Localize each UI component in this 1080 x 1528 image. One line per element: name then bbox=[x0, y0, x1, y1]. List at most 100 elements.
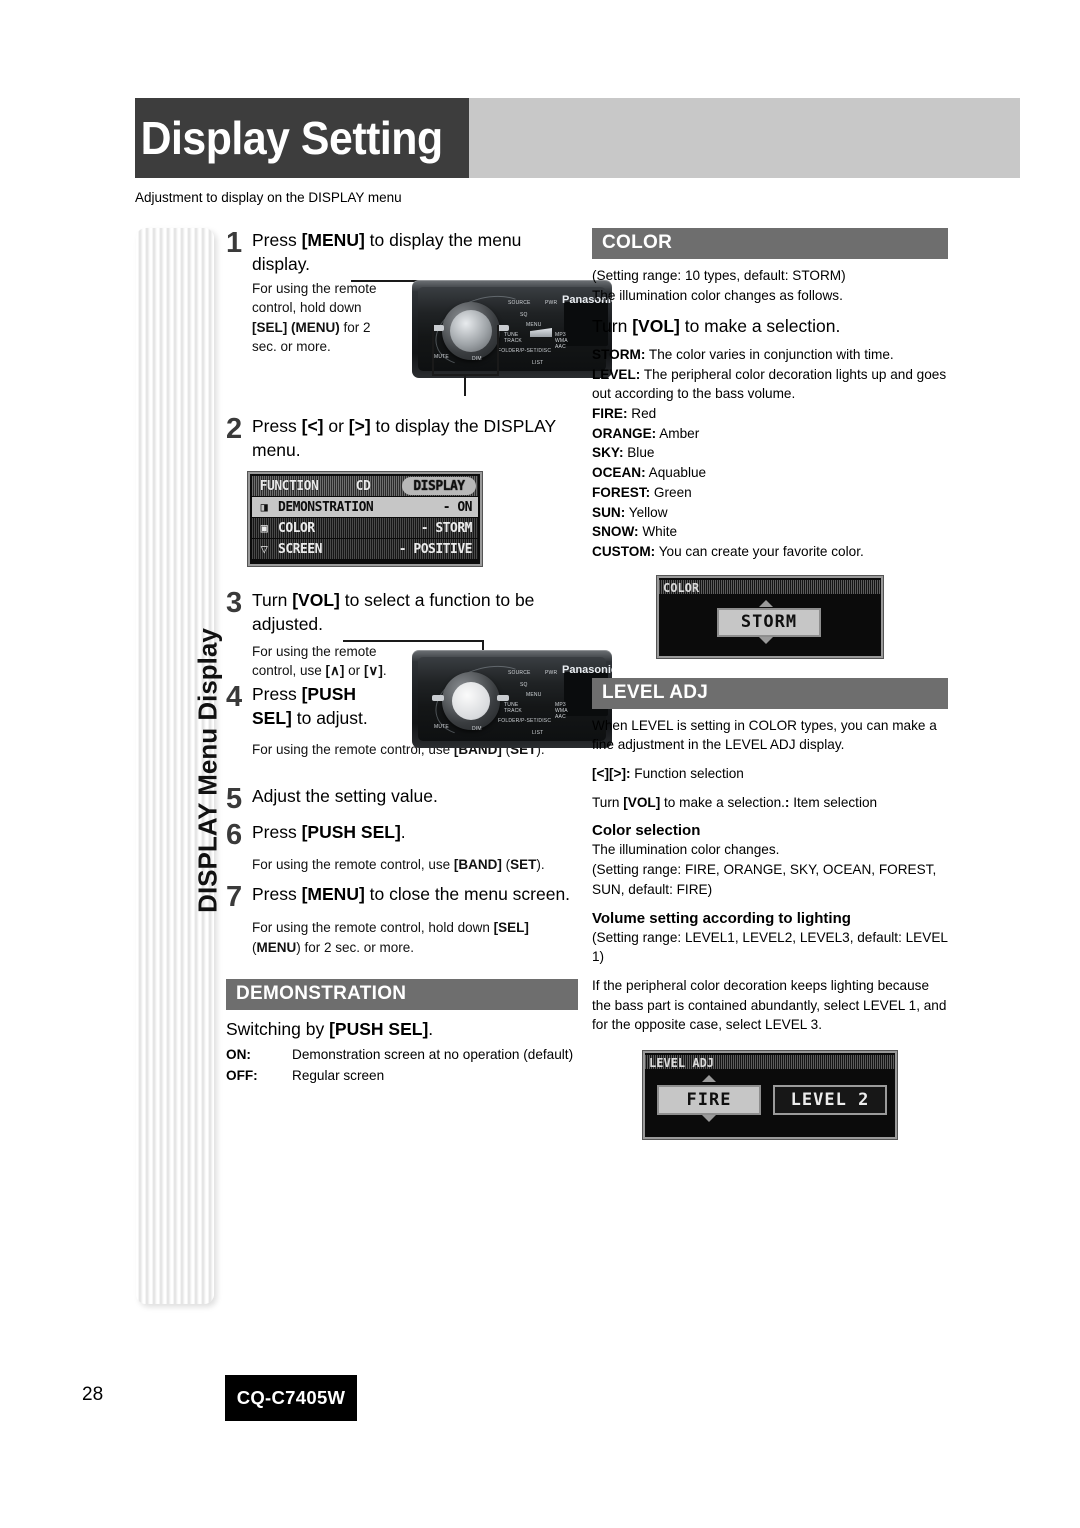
unit-label-folder-1: FOLDER/P-SET/DISC bbox=[498, 348, 552, 354]
step-6-note: For using the remote control, use [BAND]… bbox=[252, 857, 545, 873]
unit-label-sq-2: SQ bbox=[520, 682, 528, 689]
color-body: (Setting range: 10 types, default: STORM… bbox=[592, 266, 948, 305]
page-subtitle: Adjustment to display on the DISPLAY men… bbox=[135, 190, 402, 205]
unit-label-tune-1: TUNE TRACK bbox=[504, 332, 522, 344]
lcd-row-value: - POSITIVE bbox=[398, 541, 473, 557]
lcd-display-menu: FUNCTION CD DISPLAY ◨ DEMONSTRATION - ON… bbox=[248, 472, 482, 567]
lcd-row-value: - STORM bbox=[420, 520, 473, 536]
lcd-row-color[interactable]: ▣ COLOR - STORM bbox=[252, 518, 478, 539]
color-range-line: (Setting range: 10 types, default: STORM… bbox=[592, 268, 846, 283]
option-value: Demonstration screen at no operation (de… bbox=[292, 1047, 574, 1063]
page-number: 28 bbox=[82, 1384, 104, 1405]
step-6-number: 6 bbox=[226, 819, 243, 852]
step-6-text: Press [PUSH SEL]. bbox=[252, 822, 406, 843]
color-header: COLOR bbox=[592, 228, 948, 259]
step-5-number: 5 bbox=[226, 783, 243, 816]
demonstration-section: DEMONSTRATION Switching by [PUSH SEL]. O… bbox=[226, 978, 578, 1086]
right-column: COLOR (Setting range: 10 types, default:… bbox=[592, 228, 948, 1140]
unit-label-mute-1: MUTE bbox=[434, 354, 449, 360]
head-unit-illustration-2: SOURCE PWR SQ MENU MP3 WMA AAC TUNE TRACK F… bbox=[412, 650, 612, 749]
unit-label-codecs-1: MP3 WMA AAC bbox=[555, 332, 568, 350]
level-adj-item-line: Turn [VOL] to make a selection.: Item se… bbox=[592, 794, 878, 810]
unit-label-sq-1: SQ bbox=[520, 312, 528, 318]
lcd-tab-cd[interactable]: CD bbox=[326, 476, 400, 496]
step-5: 5 Adjust the setting value. bbox=[226, 784, 578, 814]
option-key: OFF: bbox=[226, 1067, 258, 1083]
lcd-row-demonstration[interactable]: ◨ DEMONSTRATION - ON bbox=[252, 497, 478, 518]
unit-label-pwr-1: PWR bbox=[545, 300, 558, 306]
step-2-text: Press [<] or [>] to display the DISPLAY … bbox=[252, 416, 556, 461]
color-items: STORM: The color varies in conjunction w… bbox=[592, 345, 948, 562]
lcd-row-value: - ON bbox=[442, 499, 473, 515]
volume-setting-range: (Setting range: LEVEL1, LEVEL2, LEVEL3, … bbox=[592, 929, 948, 965]
page-title: Display Setting bbox=[140, 112, 444, 164]
step-1-text: Press [MENU] to display the menu display… bbox=[252, 230, 522, 275]
step-3-text: Turn [VOL] to select a function to be ad… bbox=[252, 590, 535, 635]
step-2: 2 Press [<] or [>] to display the DISPLA… bbox=[226, 414, 578, 567]
unit-label-source-2: SOURCE bbox=[508, 670, 531, 677]
step-3: 3 Turn [VOL] to select a function to be … bbox=[226, 588, 612, 776]
lcd-tab-bar: FUNCTION CD DISPLAY bbox=[252, 476, 478, 497]
lcd-tab-function[interactable]: FUNCTION bbox=[252, 476, 326, 496]
demonstration-header: DEMONSTRATION bbox=[226, 978, 578, 1010]
unit-label-pwr-2: PWR bbox=[545, 670, 558, 677]
lcd-level-adj-display: LEVEL ADJ FIRE LEVEL 2 bbox=[643, 1051, 897, 1140]
step-7-note: For using the remote control, hold down … bbox=[252, 920, 529, 955]
lcd-row-screen[interactable]: ▽ SCREEN - POSITIVE bbox=[252, 539, 478, 560]
color-item-ocean: OCEAN: Aquablue bbox=[592, 465, 707, 481]
unit-label-folder-2: FOLDER/P-SET/DISC bbox=[498, 718, 552, 725]
lcd-row-label: COLOR bbox=[278, 520, 315, 536]
option-value: Regular screen bbox=[292, 1067, 385, 1083]
right-button-1 bbox=[497, 325, 509, 331]
manual-page: Display Setting Adjustment to display on… bbox=[0, 0, 1080, 1528]
unit-label-list-2: LIST bbox=[532, 730, 544, 737]
arrow-down-icon bbox=[702, 1115, 716, 1123]
left-button-2 bbox=[432, 695, 444, 702]
head-unit-illustration-1: SOURCE PWR SQ MENU MP3 WMA AAC TUNE TRACK F… bbox=[412, 280, 612, 378]
arrow-up-icon bbox=[759, 599, 773, 607]
arrow-down-icon bbox=[759, 636, 773, 644]
side-tab-label: DISPLAY Menu Display bbox=[192, 628, 223, 913]
color-intro-line: The illumination color changes as follow… bbox=[592, 287, 843, 303]
step-7: 7 Press [MENU] to close the menu screen. bbox=[226, 882, 578, 912]
level-adj-func-line: [<][>]: Function selection bbox=[592, 766, 744, 782]
lcd-color-value[interactable]: STORM bbox=[717, 607, 821, 637]
chevron-down-icon: ▽ bbox=[260, 542, 268, 557]
checkbox-icon: ◨ bbox=[260, 500, 268, 515]
unit-label-menu-1: MENU bbox=[526, 322, 542, 328]
unit-label-source-1: SOURCE bbox=[508, 300, 531, 306]
color-item-level: LEVEL: The peripheral color decoration l… bbox=[592, 366, 947, 402]
left-button-1 bbox=[432, 325, 444, 331]
side-tab: DISPLAY Menu Display bbox=[136, 228, 223, 1304]
arrow-up-icon bbox=[702, 1075, 716, 1083]
color-item-orange: ORANGE: Amber bbox=[592, 425, 700, 441]
level-adj-section: LEVEL ADJ When LEVEL is setting in COLOR… bbox=[592, 677, 948, 1140]
unit-label-dim-2: DIM bbox=[472, 726, 482, 733]
lcd-tab-display[interactable]: DISPLAY bbox=[402, 477, 476, 496]
model-badge: CQ-C7405W bbox=[225, 1375, 357, 1421]
step-4-number: 4 bbox=[226, 680, 243, 713]
step-1: 1 Press [MENU] to display the menu displ… bbox=[226, 228, 612, 410]
volume-setting-body: If the peripheral color decoration keeps… bbox=[592, 977, 947, 1033]
demonstration-option-off: OFF: Regular screen bbox=[226, 1066, 578, 1086]
color-section: COLOR (Setting range: 10 types, default:… bbox=[592, 228, 948, 658]
callout-bracket-right bbox=[497, 325, 499, 375]
step-3-note: For using the remote control, use [∧] or… bbox=[252, 643, 387, 678]
square-icon: ▣ bbox=[260, 521, 268, 536]
lcd-row-label: SCREEN bbox=[278, 541, 322, 557]
step-7-number: 7 bbox=[226, 881, 243, 914]
option-key: ON: bbox=[226, 1047, 251, 1063]
demonstration-intro: Switching by [PUSH SEL]. bbox=[226, 1018, 434, 1039]
callout-bracket-stem bbox=[464, 374, 466, 396]
lcd-level-color-value[interactable]: FIRE bbox=[657, 1085, 761, 1116]
unit-label-mute-2: MUTE bbox=[434, 724, 449, 731]
right-button-2 bbox=[497, 695, 509, 702]
left-column: 1 Press [MENU] to display the menu displ… bbox=[226, 228, 612, 1086]
step-4-text: Press [PUSH SEL] to adjust. bbox=[252, 683, 368, 729]
step-1-note: For using the remote control, hold down … bbox=[252, 281, 377, 354]
level-adj-header: LEVEL ADJ bbox=[592, 677, 948, 709]
level-adj-intro: When LEVEL is setting in COLOR types, yo… bbox=[592, 717, 937, 753]
lcd-level-value[interactable]: LEVEL 2 bbox=[773, 1085, 887, 1116]
unit-label-tune-2: TUNE TRACK bbox=[504, 702, 522, 715]
color-item-fire: FIRE: Red bbox=[592, 406, 657, 422]
